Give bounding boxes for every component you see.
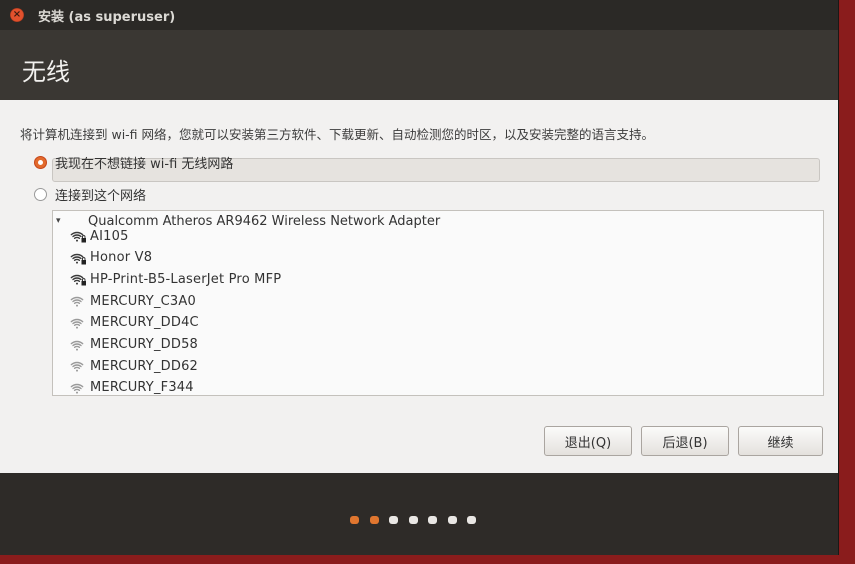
radio-no-wifi[interactable] [34,156,47,169]
window-title: 安装 (as superuser) [38,9,176,25]
quit-button[interactable]: 退出(Q) [544,426,632,456]
network-ssid: AI105 [90,228,129,244]
wifi-locked-icon [70,231,86,243]
network-item[interactable]: MERCURY_DD58 [69,334,198,356]
wifi-icon [70,318,84,329]
network-item[interactable]: MERCURY_DD4C [69,312,199,334]
option-no-wifi-label: 我现在不想链接 wi-fi 无线网路 [55,157,234,172]
progress-dot [408,516,418,524]
wifi-locked-icon [70,275,86,286]
progress-dot [369,516,379,524]
progress-dot [350,516,359,524]
network-list[interactable]: ▾ Qualcomm Atheros AR9462 Wireless Netwo… [52,210,824,396]
progress-dot [428,516,437,524]
network-ssid: MERCURY_F344 [90,380,194,396]
network-ssid: MERCURY_C3A0 [90,293,196,309]
wifi-icon [70,340,84,351]
option-no-wifi[interactable]: 我现在不想链接 wi-fi 无线网路 [34,153,233,172]
back-button[interactable]: 后退(B) [641,426,729,456]
content-area: 将计算机连接到 wi-fi 网络，您就可以安装第三方软件、下载更新、自动检测您的… [0,100,838,473]
network-ssid: HP-Print-B5-LaserJet Pro MFP [90,271,282,287]
radio-connect-network[interactable] [34,188,47,201]
network-ssid: Honor V8 [90,250,153,266]
network-item[interactable]: MERCURY_F344 [69,377,194,396]
progress-dot [447,516,457,524]
page-header: 无线 [0,30,838,100]
option-connect-network[interactable]: 连接到这个网络 [34,185,146,204]
progress-dot [467,516,476,524]
footer [0,473,838,555]
close-icon: × [12,9,22,20]
adapter-name: Qualcomm Atheros AR9462 Wireless Network… [88,213,441,229]
wifi-icon [70,296,84,307]
wifi-icon [70,383,84,394]
network-ssid: MERCURY_DD58 [90,337,199,352]
progress-dot [389,516,398,524]
progress-dots [350,516,487,524]
network-ssid: MERCURY_DD4C [90,315,199,331]
title-bar: × 安装 (as superuser) [0,0,838,30]
network-item[interactable]: AI105 [69,225,129,247]
option-connect-label: 连接到这个网络 [55,189,147,204]
close-window-button[interactable]: × [10,8,24,22]
network-ssid: MERCURY_DD62 [90,358,199,374]
page-title: 无线 [22,58,70,86]
wifi-icon [70,361,84,372]
network-item[interactable]: MERCURY_DD62 [69,355,198,377]
wifi-locked-icon [70,253,86,265]
expander-arrow-icon[interactable]: ▾ [56,216,66,226]
intro-text: 将计算机连接到 wi-fi 网络，您就可以安装第三方软件、下载更新、自动检测您的… [20,127,655,142]
network-item[interactable]: Honor V8 [69,247,152,269]
installer-window: × 安装 (as superuser) 无线 将计算机连接到 wi-fi 网络，… [0,0,839,555]
continue-button[interactable]: 继续 [738,426,823,456]
network-item[interactable]: HP-Print-B5-LaserJet Pro MFP [69,268,281,290]
network-item[interactable]: MERCURY_C3A0 [69,290,196,312]
